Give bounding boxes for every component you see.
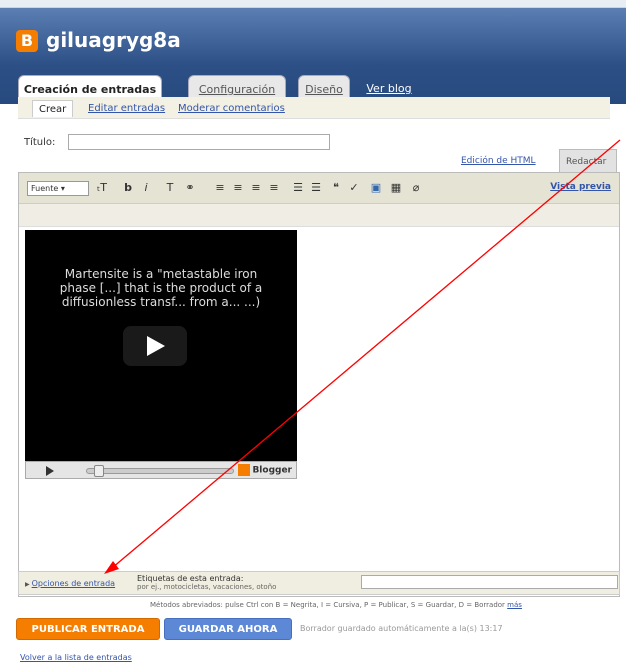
labels-input[interactable] [361,575,618,589]
editor-toolbar: Fuente ▾ ₜT b i T ⚭ ≡ ≡ ≡ ≡ ☰ ☰ ❝ ✓ ▣ ▦ … [19,173,619,204]
spellcheck-icon[interactable]: ✓ [347,180,361,196]
post-editor[interactable]: Fuente ▾ ₜT b i T ⚭ ≡ ≡ ≡ ≡ ☰ ☰ ❝ ✓ ▣ ▦ … [18,172,620,597]
seek-handle[interactable] [94,465,104,477]
shortcuts-more-link[interactable]: más [507,601,522,609]
align-left-icon[interactable]: ≡ [213,180,227,196]
video-icon[interactable]: ▦ [389,180,403,196]
blogger-header: B giluagryg8a Creación de entradas Confi… [0,8,626,105]
back-to-posts-link[interactable]: Volver a la lista de entradas [20,653,132,662]
link-icon[interactable]: ⚭ [183,180,197,196]
seek-bar[interactable] [86,468,234,474]
bullet-list-icon[interactable]: ☰ [309,180,323,196]
sub-tabs: Crear Editar entradas Moderar comentario… [18,97,610,119]
align-justify-icon[interactable]: ≡ [267,180,281,196]
shortcuts-hint: Métodos abreviados: pulse Ctrl con B = N… [150,601,522,609]
title-input[interactable] [68,134,330,150]
preview-link[interactable]: Vista previa [550,182,611,192]
tab-compose[interactable]: Redactar [559,149,617,173]
play-icon[interactable] [123,326,187,366]
font-size-icon[interactable]: ₜT [95,180,109,196]
video-caption: Martensite is a "metastable iron phase [… [59,267,263,309]
blog-name[interactable]: giluagryg8a [46,28,181,52]
publish-button[interactable]: PUBLICAR ENTRADA [16,618,160,640]
italic-icon[interactable]: i [139,180,153,196]
labels-hint: por ej., motocicletas, vacaciones, otoño [137,583,277,591]
text-color-icon[interactable]: T [163,180,177,196]
title-label: Título: [24,137,56,148]
numbered-list-icon[interactable]: ☰ [291,180,305,196]
font-select-label: Fuente [31,184,59,193]
post-options-link[interactable]: Opciones de entrada [25,579,115,588]
browser-strip [0,0,626,8]
font-select[interactable]: Fuente ▾ [27,181,89,196]
post-options-bar: Opciones de entrada Etiquetas de esta en… [18,571,620,595]
subtab-edit-posts[interactable]: Editar entradas [82,100,171,117]
shortcuts-text: Métodos abreviados: pulse Ctrl con B = N… [150,601,505,609]
image-icon[interactable]: ▣ [369,180,383,196]
labels-title: Etiquetas de esta entrada: [137,574,244,583]
bold-icon[interactable]: b [121,180,135,196]
align-right-icon[interactable]: ≡ [249,180,263,196]
quote-icon[interactable]: ❝ [329,180,343,196]
embedded-video[interactable]: Martensite is a "metastable iron phase [… [25,230,297,461]
save-now-button[interactable]: GUARDAR AHORA [164,618,292,640]
blogger-brand-label: Blogger [252,465,292,476]
subtab-create[interactable]: Crear [32,100,74,117]
blogger-mini-logo-icon [238,464,251,476]
subtab-moderate-comments[interactable]: Moderar comentarios [172,100,291,117]
align-center-icon[interactable]: ≡ [231,180,245,196]
video-controls: Blogger [25,461,297,479]
editor-subbar [19,204,619,227]
autosave-status: Borrador guardado automáticamente a la(s… [300,624,503,633]
blogger-logo-icon[interactable]: B [16,30,38,52]
control-play-icon[interactable] [46,466,54,476]
blogger-video-brand: Blogger [238,464,292,476]
tab-edit-html[interactable]: Edición de HTML [455,149,549,173]
eraser-icon[interactable]: ⌀ [409,180,423,196]
